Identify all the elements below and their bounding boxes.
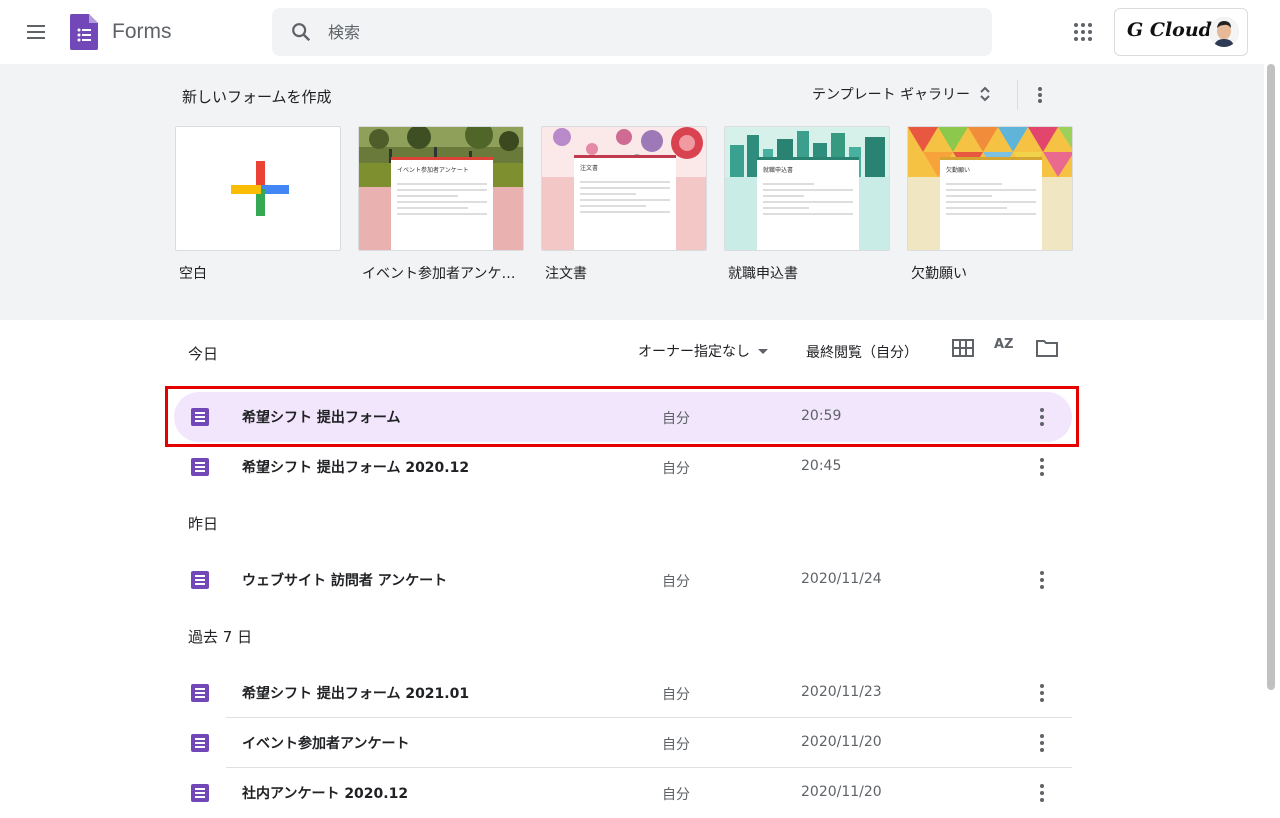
form-file-icon <box>191 734 209 752</box>
form-owner: 自分 <box>662 687 690 703</box>
form-row[interactable]: イベント参加者アンケート 自分 2020/11/20 <box>174 718 1072 768</box>
owner-filter-dropdown[interactable]: オーナー指定なし <box>638 341 768 361</box>
template-label: 欠勤願い <box>911 266 967 282</box>
form-file-icon <box>191 784 209 802</box>
template-gallery-label: テンプレート ギャラリー <box>812 87 971 103</box>
template-section: 新しいフォームを作成 テンプレート ギャラリー 空白 イベント参加者アンケート … <box>0 64 1264 320</box>
form-last-opened: 2020/11/20 <box>801 784 882 800</box>
new-form-title: 新しいフォームを作成 <box>182 88 332 106</box>
form-name: 希望シフト 提出フォーム 2020.12 <box>242 460 470 476</box>
app-name[interactable]: Forms <box>112 20 172 44</box>
template-blank[interactable]: 空白 <box>175 126 341 283</box>
dropdown-arrow-icon <box>758 348 768 354</box>
unfold-icon <box>980 86 990 102</box>
section-past-7-days: 過去 7 日 <box>188 628 253 646</box>
section-yesterday: 昨日 <box>188 515 219 533</box>
owner-filter-label: オーナー指定なし <box>638 344 750 360</box>
form-owner: 自分 <box>662 574 690 590</box>
google-apps-icon[interactable] <box>1068 18 1096 46</box>
search-icon[interactable] <box>290 21 312 43</box>
template-thumbnail[interactable]: 就職申込書 <box>724 126 890 251</box>
template-thumbnail[interactable]: 欠勤願い <box>907 126 1073 251</box>
form-owner: 自分 <box>662 461 690 477</box>
template-order-form[interactable]: 注文書 注文書 <box>541 126 707 283</box>
top-app-bar: Forms G Cloud <box>0 0 1280 64</box>
form-name: 希望シフト 提出フォーム 2021.01 <box>242 686 470 702</box>
plus-icon <box>231 161 289 216</box>
template-preview-form: 注文書 <box>574 155 676 250</box>
divider <box>1017 80 1018 110</box>
template-label: 空白 <box>179 266 207 282</box>
form-name: イベント参加者アンケート <box>242 736 410 752</box>
more-vert-icon[interactable] <box>1034 570 1050 590</box>
section-today: 今日 <box>188 345 219 363</box>
grid-view-icon[interactable] <box>952 339 974 357</box>
form-name: 社内アンケート 2020.12 <box>242 786 409 802</box>
more-vert-icon[interactable] <box>1030 82 1050 108</box>
form-file-icon <box>191 458 209 476</box>
form-row[interactable]: 希望シフト 提出フォーム 2020.12 自分 20:45 <box>174 442 1072 492</box>
template-preview-title: イベント参加者アンケート <box>397 167 469 174</box>
template-thumbnail[interactable]: イベント参加者アンケート <box>358 126 524 251</box>
form-owner: 自分 <box>662 787 690 803</box>
form-owner: 自分 <box>662 737 690 753</box>
more-vert-icon[interactable] <box>1034 683 1050 703</box>
form-row[interactable]: 希望シフト 提出フォーム 2021.01 自分 2020/11/23 <box>174 668 1072 718</box>
form-file-icon <box>191 571 209 589</box>
template-preview-form: 就職申込書 <box>757 157 859 250</box>
more-vert-icon[interactable] <box>1034 457 1050 477</box>
form-last-opened: 2020/11/20 <box>801 734 882 750</box>
template-preview-title: 欠勤願い <box>946 167 971 174</box>
more-vert-icon[interactable] <box>1034 783 1050 803</box>
template-absence-request[interactable]: 欠勤願い 欠勤願い <box>907 126 1073 283</box>
template-preview-title: 注文書 <box>580 165 599 172</box>
highlight-annotation <box>165 386 1079 447</box>
sort-by-last-opened[interactable]: 最終閲覧（自分） <box>806 342 918 362</box>
account-logo-text: G Cloud <box>1127 19 1212 41</box>
form-name: ウェブサイト 訪問者 アンケート <box>242 573 448 589</box>
template-label: 就職申込書 <box>728 266 798 282</box>
more-vert-icon[interactable] <box>1034 733 1050 753</box>
template-gallery-button[interactable]: テンプレート ギャラリー <box>812 84 992 104</box>
form-row[interactable]: ウェブサイト 訪問者 アンケート 自分 2020/11/24 <box>174 555 1072 605</box>
form-last-opened: 2020/11/23 <box>801 684 882 700</box>
sort-az-icon[interactable]: AZ <box>994 337 1018 361</box>
form-row[interactable]: 社内アンケート 2020.12 自分 2020/11/20 <box>174 768 1072 818</box>
form-last-opened: 2020/11/24 <box>801 571 882 587</box>
template-job-application[interactable]: 就職申込書 就職申込書 <box>724 126 890 283</box>
form-last-opened: 20:45 <box>801 458 842 474</box>
template-event-survey[interactable]: イベント参加者アンケート イベント参加者アンケート <box>358 126 524 283</box>
template-label: イベント参加者アンケート <box>362 266 518 282</box>
search-bar[interactable] <box>272 8 992 56</box>
forms-logo-icon[interactable] <box>70 14 98 50</box>
search-input[interactable] <box>328 8 968 56</box>
avatar <box>1209 17 1239 47</box>
template-preview-form: 欠勤願い <box>940 157 1042 250</box>
scrollbar[interactable] <box>1267 64 1275 690</box>
account-button[interactable]: G Cloud <box>1114 8 1248 56</box>
template-preview-form: イベント参加者アンケート <box>391 157 493 250</box>
template-thumbnail[interactable] <box>175 126 341 251</box>
template-thumbnail[interactable]: 注文書 <box>541 126 707 251</box>
template-preview-title: 就職申込書 <box>763 167 794 174</box>
form-file-icon <box>191 684 209 702</box>
template-label: 注文書 <box>545 266 587 282</box>
main-menu-icon[interactable] <box>20 16 52 48</box>
folder-icon[interactable] <box>1036 338 1058 358</box>
